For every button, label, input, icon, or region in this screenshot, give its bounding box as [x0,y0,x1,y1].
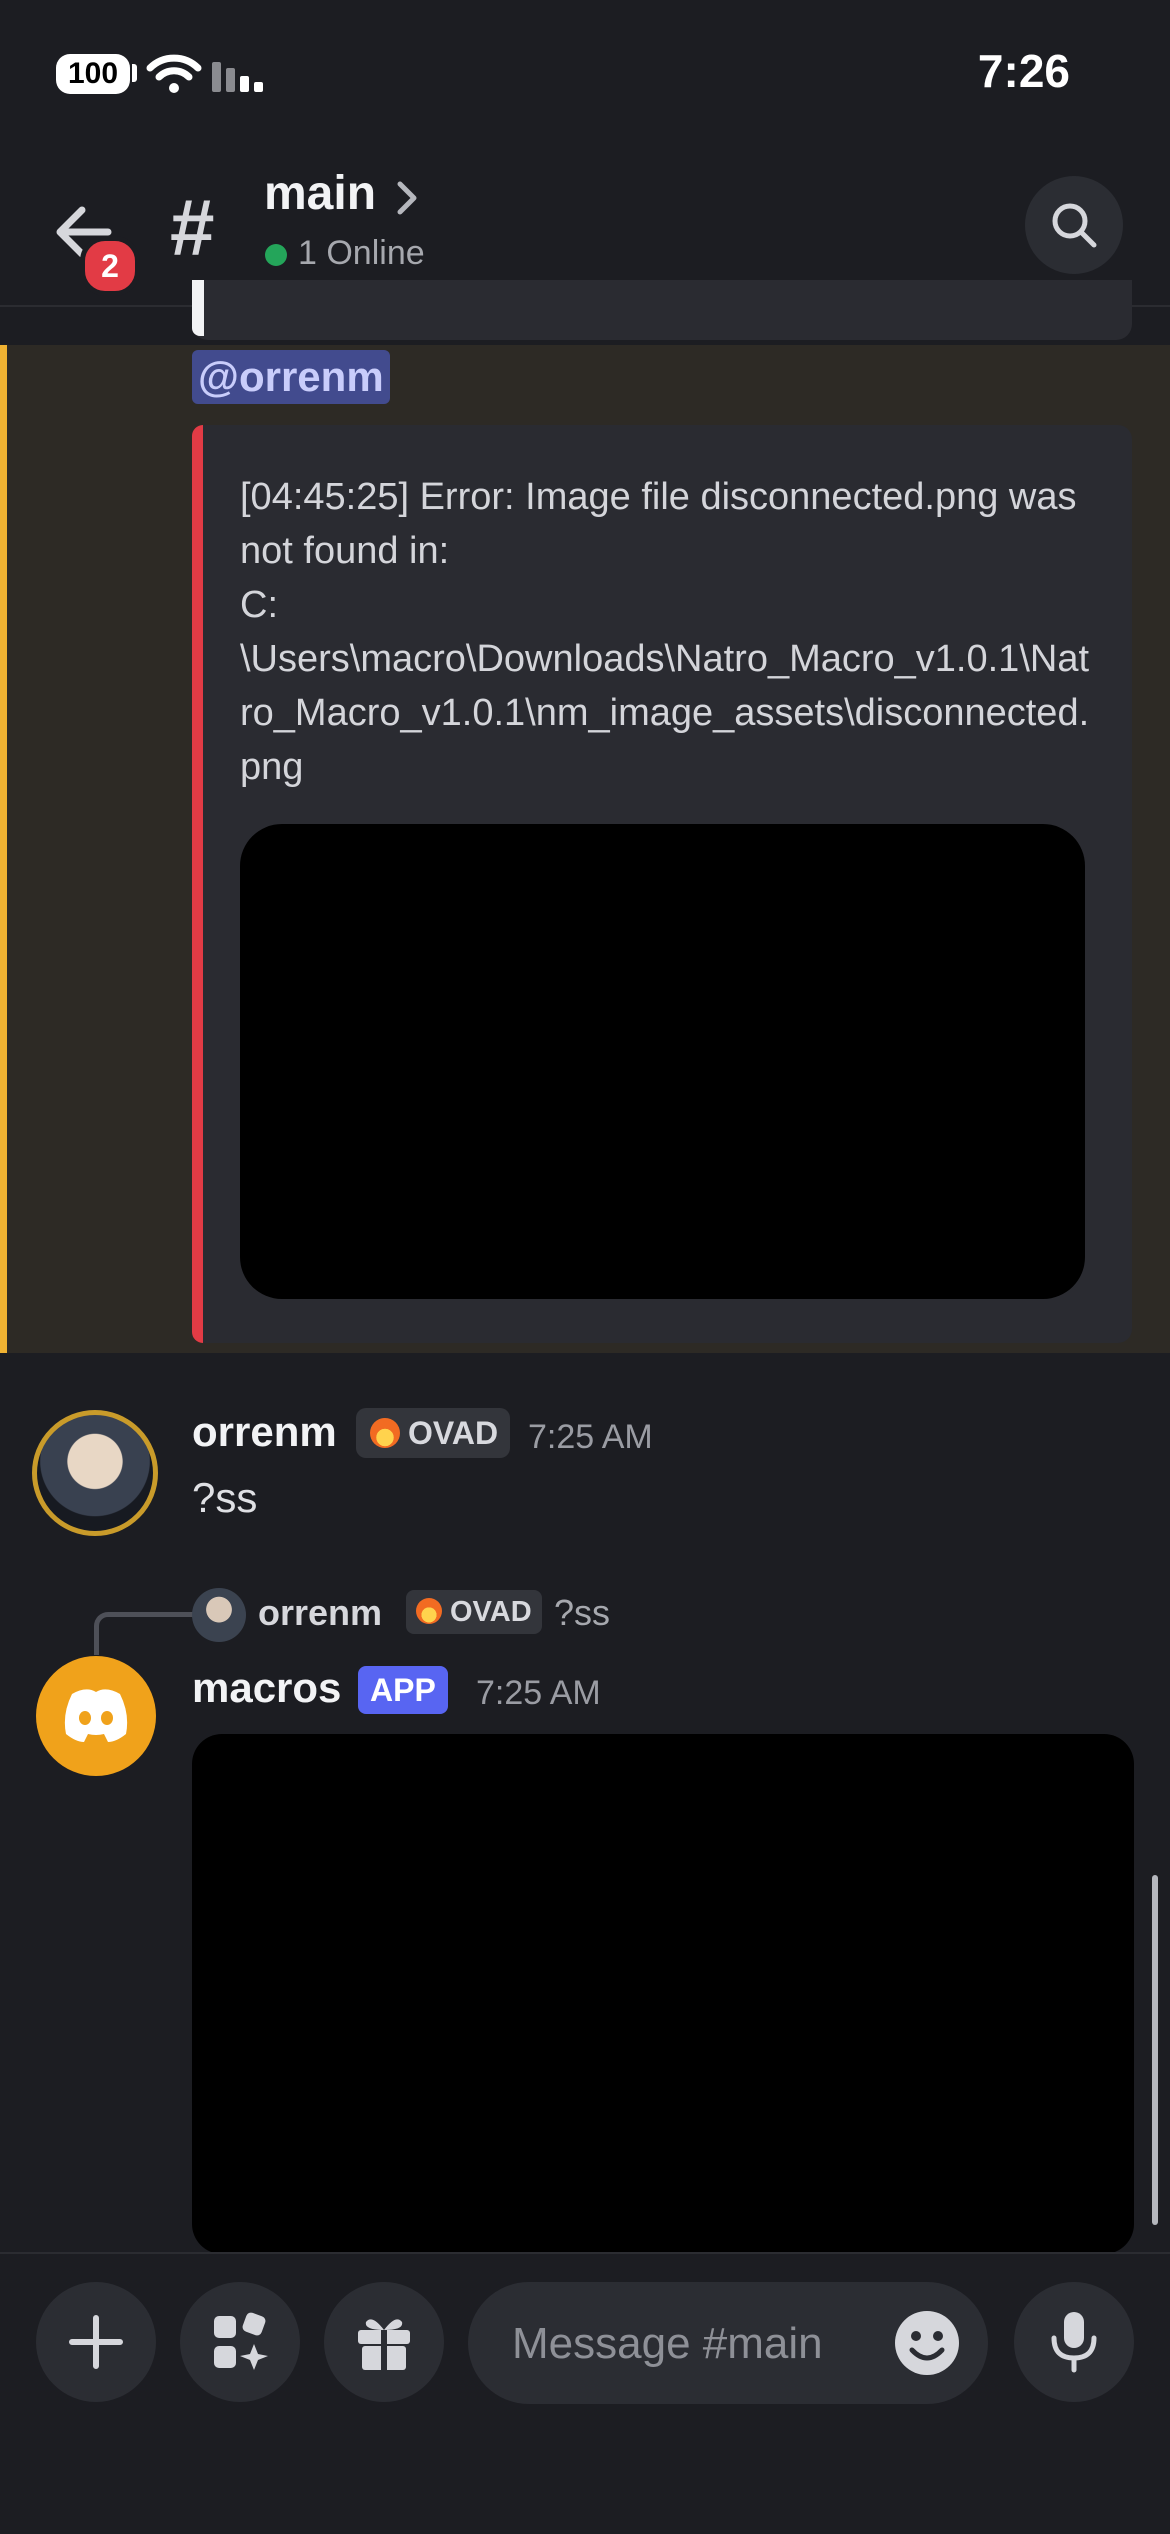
flame-icon [416,1598,442,1624]
voice-message-button[interactable] [1014,2282,1134,2402]
battery-indicator: 100 [56,54,130,94]
plus-icon [69,2315,123,2369]
chevron-right-icon[interactable] [396,180,420,216]
embed-image[interactable] [240,824,1085,1299]
emoji-icon[interactable] [892,2308,962,2378]
search-icon [1052,203,1097,248]
embed-description: [04:45:25] Error: Image file disconnecte… [240,476,1090,788]
bot-avatar[interactable] [36,1656,156,1776]
battery-tip [132,64,137,82]
reply-content[interactable]: ?ss [554,1592,610,1634]
previous-embed-accent [192,280,204,336]
online-status-dot [265,244,287,266]
message-timestamp: 7:25 AM [528,1418,653,1456]
unread-badge: 2 [80,236,140,296]
reply-author[interactable]: orrenm [258,1592,382,1634]
online-count: 1 Online [298,234,425,272]
gift-icon [358,2319,410,2370]
flame-icon [370,1418,400,1448]
message-input[interactable] [510,2282,874,2406]
search-button[interactable] [1025,176,1123,274]
mention-accent-bar [0,345,7,1353]
message-content: ?ss [192,1474,258,1521]
message-author[interactable]: orrenm [192,1408,337,1456]
message-image[interactable] [192,1734,1134,2254]
reply-server-tag: OVAD [406,1590,542,1634]
microphone-icon [1051,2312,1097,2373]
channel-hash-icon: # [170,183,215,272]
embed-accent-bar [192,425,203,1343]
user-mention[interactable]: @orrenm [192,350,390,404]
message-author[interactable]: macros [192,1664,341,1712]
reply-server-tag-label: OVAD [450,1596,532,1628]
scrollbar[interactable] [1152,1875,1158,2225]
server-tag[interactable]: OVAD [356,1408,511,1458]
server-tag-label: OVAD [408,1415,499,1451]
message-timestamp: 7:25 AM [476,1674,601,1712]
reply-connector [94,1612,195,1655]
channel-name[interactable]: main [264,166,376,221]
previous-embed-card [192,280,1132,340]
gift-button[interactable] [324,2282,444,2402]
clock: 7:26 [977,45,1070,97]
discord-logo-icon [64,1689,128,1742]
wifi-icon [146,54,202,93]
app-badge: APP [358,1666,448,1714]
reply-avatar [192,1588,246,1642]
add-attachment-button[interactable] [36,2282,156,2402]
cellular-signal-icon [212,62,263,92]
apps-button[interactable] [180,2282,300,2402]
apps-icon [214,2312,268,2370]
avatar[interactable] [32,1410,158,1536]
